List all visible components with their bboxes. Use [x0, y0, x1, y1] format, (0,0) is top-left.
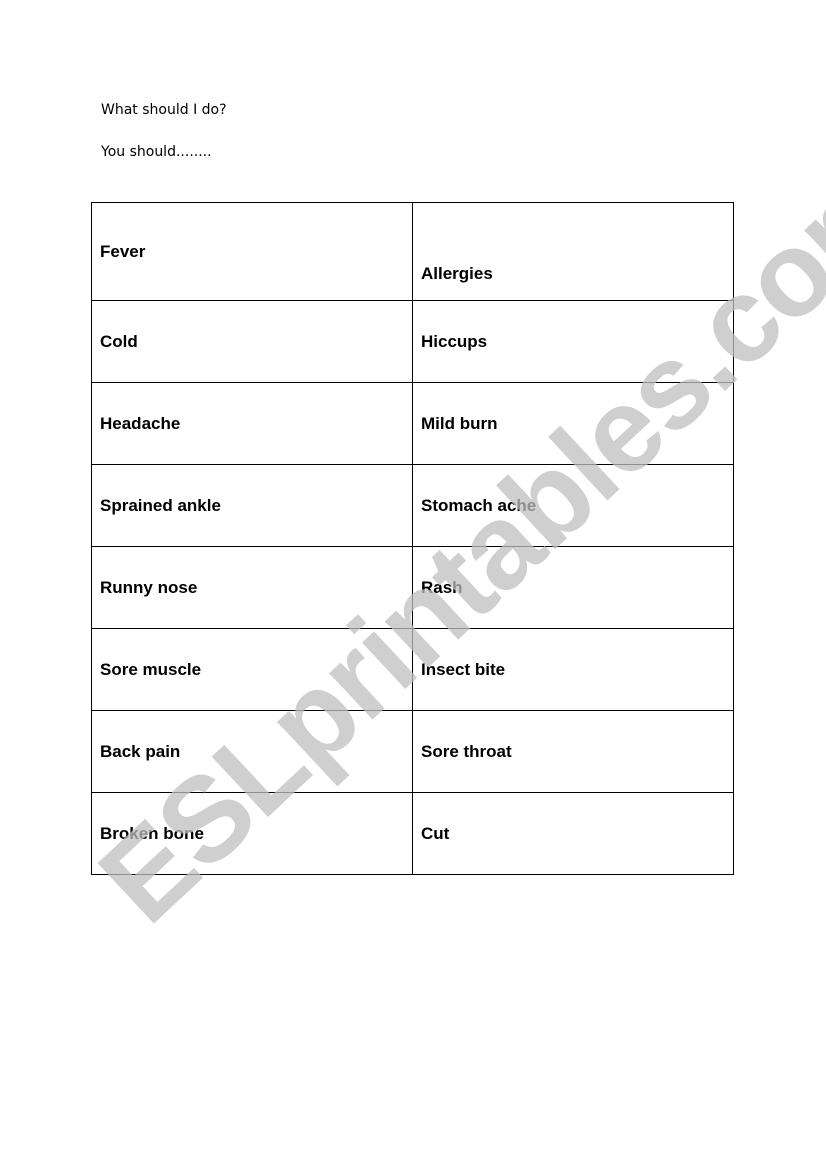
- table-cell: Allergies: [412, 202, 734, 301]
- table-cell: Fever: [91, 202, 413, 301]
- table-cell: Cut: [412, 792, 734, 875]
- table-cell: Stomach ache: [412, 464, 734, 547]
- table-row: Back pain Sore throat: [91, 710, 734, 793]
- table-cell: Cold: [91, 300, 413, 383]
- table-cell: Runny nose: [91, 546, 413, 629]
- answer-prompt-text: You should........: [101, 144, 212, 160]
- table-cell: Broken bone: [91, 792, 413, 875]
- table-row: Headache Mild burn: [91, 382, 734, 465]
- table-cell: Sore throat: [412, 710, 734, 793]
- table-row: Fever Allergies: [91, 202, 734, 301]
- table-cell: Insect bite: [412, 628, 734, 711]
- table-row: Sprained ankle Stomach ache: [91, 464, 734, 547]
- table-cell: Sprained ankle: [91, 464, 413, 547]
- table-cell: Sore muscle: [91, 628, 413, 711]
- table-cell: Hiccups: [412, 300, 734, 383]
- table-row: Sore muscle Insect bite: [91, 628, 734, 711]
- question-text: What should I do?: [101, 102, 227, 118]
- table-cell: Headache: [91, 382, 413, 465]
- ailments-table: Fever Allergies Cold Hiccups Headache Mild …: [91, 202, 734, 875]
- table-row: Broken bone Cut: [91, 792, 734, 875]
- table-cell: Rash: [412, 546, 734, 629]
- table-row: Runny nose Rash: [91, 546, 734, 629]
- table-cell: Mild burn: [412, 382, 734, 465]
- table-cell: Back pain: [91, 710, 413, 793]
- table-row: Cold Hiccups: [91, 300, 734, 383]
